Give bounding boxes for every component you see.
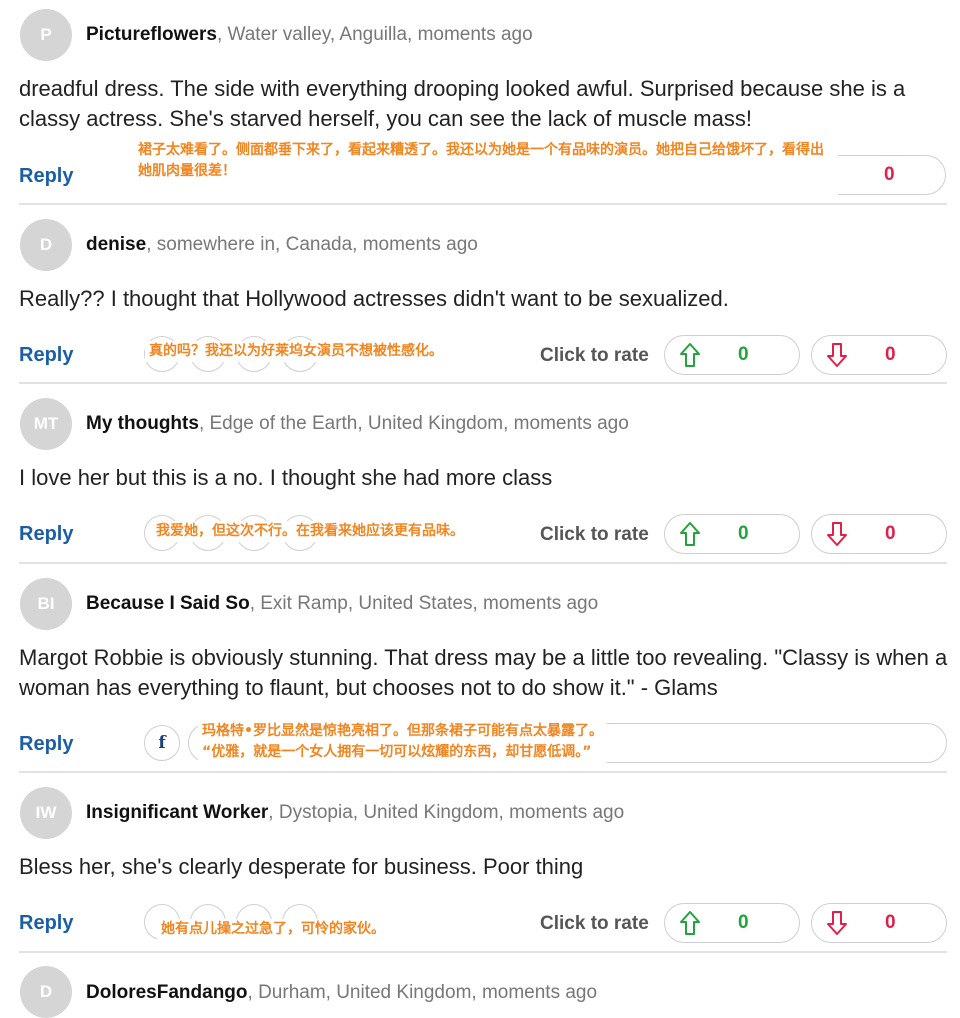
avatar: IW — [20, 787, 72, 839]
translation-annotation: 裙子太难看了。侧面都垂下来了，看起来糟透了。我还以为她是一个有品味的演员。她把自… — [134, 140, 832, 182]
comment-location-time: , Edge of the Earth, United Kingdom, mom… — [198, 413, 629, 434]
translation-annotation: 我爱她，但这次不行。在我看来她应该更有品味。 — [152, 521, 468, 542]
comment-text: Bless her, she's clearly desperate for b… — [19, 854, 584, 879]
comment-text: Margot Robbie is obviously stunning. Tha… — [19, 645, 948, 700]
translation-annotation: 玛格特•罗比显然是惊艳亮相了。但那条裙子可能有点太暴露了。 “优雅，就是一个女人… — [198, 721, 607, 763]
author-name[interactable]: DoloresFandango — [86, 982, 248, 1003]
facebook-share-icon[interactable]: f — [144, 725, 180, 761]
comment-meta: Pictureflowers, Water valley, Anguilla, … — [86, 24, 533, 46]
author-name[interactable]: Insignificant Worker — [86, 802, 268, 823]
avatar: MT — [20, 398, 72, 450]
translation-annotation: 她有点儿操之过急了，可怜的家伙。 — [157, 919, 389, 940]
comment-location-time: , somewhere in, Canada, moments ago — [146, 234, 478, 255]
down-count: 0 — [885, 912, 896, 933]
rate-down-button[interactable]: 0 — [838, 155, 946, 195]
divider — [19, 951, 947, 953]
comment-meta: DoloresFandango, Durham, United Kingdom,… — [86, 982, 597, 1004]
avatar: D — [20, 219, 72, 271]
divider — [19, 203, 947, 205]
author-name[interactable]: denise — [86, 234, 146, 255]
arrow-down-icon — [827, 343, 847, 367]
arrow-up-icon — [680, 343, 700, 367]
up-count: 0 — [738, 344, 749, 365]
avatar: P — [20, 9, 72, 61]
reply-button[interactable]: Reply — [19, 165, 73, 188]
divider — [19, 771, 947, 773]
comment-location-time: , Exit Ramp, United States, moments ago — [249, 593, 599, 614]
avatar: BI — [20, 578, 72, 630]
rate-down-button[interactable]: 0 — [811, 335, 947, 375]
rate-up-button[interactable]: 0 — [664, 903, 800, 943]
rate-up-button[interactable]: 0 — [664, 335, 800, 375]
comment-meta: denise, somewhere in, Canada, moments ag… — [86, 234, 478, 256]
arrow-down-icon — [827, 911, 847, 935]
comment-location-time: , Water valley, Anguilla, moments ago — [216, 24, 533, 45]
click-to-rate-label: Click to rate — [540, 345, 649, 366]
arrow-up-icon — [680, 522, 700, 546]
reply-button[interactable]: Reply — [19, 344, 73, 367]
author-name[interactable]: My thoughts — [86, 413, 199, 434]
comment-text: dreadful dress. The side with everything… — [19, 76, 906, 131]
comment-location-time: , Dystopia, United Kingdom, moments ago — [268, 802, 625, 823]
comment-meta: Insignificant Worker, Dystopia, United K… — [86, 802, 624, 824]
divider — [19, 562, 947, 564]
translation-line: “优雅，就是一个女人拥有一切可以炫耀的东西，却甘愿低调。” — [202, 744, 592, 760]
comment-text: Really?? I thought that Hollywood actres… — [19, 286, 729, 311]
arrow-down-icon — [827, 522, 847, 546]
down-count: 0 — [885, 523, 896, 544]
reply-button[interactable]: Reply — [19, 523, 73, 546]
comment-meta: My thoughts, Edge of the Earth, United K… — [86, 413, 629, 435]
translation-annotation: 真的吗？我还以为好莱坞女演员不想被性感化。 — [145, 341, 447, 362]
down-count: 0 — [885, 344, 896, 365]
comment-text: I love her but this is a no. I thought s… — [19, 465, 553, 490]
reply-button[interactable]: Reply — [19, 733, 73, 756]
down-count: 0 — [884, 164, 895, 185]
comment-meta: Because I Said So, Exit Ramp, United Sta… — [86, 593, 598, 615]
rate-down-button[interactable]: 0 — [811, 903, 947, 943]
author-name[interactable]: Because I Said So — [86, 593, 250, 614]
click-to-rate-label: Click to rate — [540, 913, 649, 934]
rate-up-button[interactable]: 0 — [664, 514, 800, 554]
author-name[interactable]: Pictureflowers — [86, 24, 217, 45]
click-to-rate-label: Click to rate — [540, 524, 649, 545]
up-count: 0 — [738, 523, 749, 544]
rate-down-button[interactable]: 0 — [811, 514, 947, 554]
up-count: 0 — [738, 912, 749, 933]
translation-line: 玛格特•罗比显然是惊艳亮相了。但那条裙子可能有点太暴露了。 — [202, 723, 603, 739]
reply-button[interactable]: Reply — [19, 912, 73, 935]
avatar: D — [20, 966, 72, 1018]
divider — [19, 382, 947, 384]
comment-location-time: , Durham, United Kingdom, moments ago — [247, 982, 598, 1003]
arrow-up-icon — [680, 911, 700, 935]
